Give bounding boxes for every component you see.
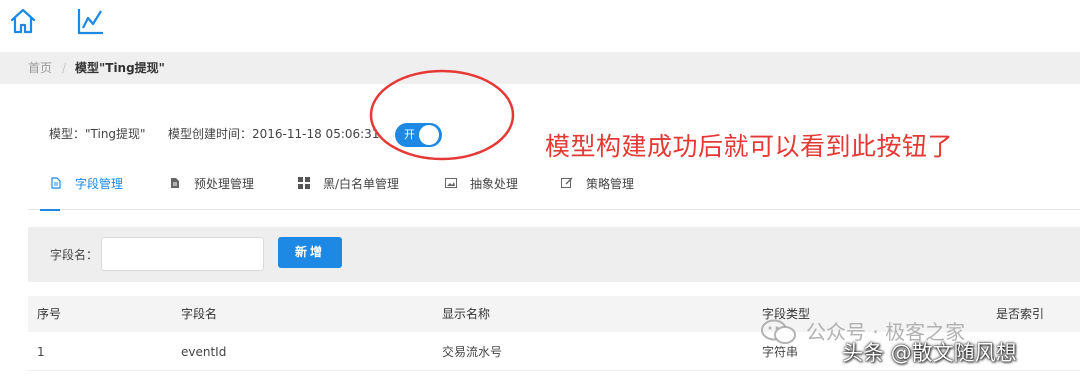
cell-display-name: 交易流水号 xyxy=(442,345,503,359)
cell-field-name: eventId xyxy=(181,345,227,359)
cell-index: 1 xyxy=(37,345,45,359)
tab-label: 预处理管理 xyxy=(194,177,255,191)
toutiao-watermark: 头条 @散文随风想 xyxy=(842,341,1017,365)
file-icon xyxy=(171,178,179,188)
tab-label: 抽象处理 xyxy=(470,177,519,191)
grid-icon xyxy=(298,177,310,189)
column-header-field-name[interactable]: 字段名 xyxy=(181,306,217,322)
field-name-input[interactable] xyxy=(101,237,264,271)
image-icon xyxy=(445,178,457,188)
tab-label: 字段管理 xyxy=(75,177,124,191)
annotation-text: 模型构建成功后就可以看到此按钮了 xyxy=(545,132,954,161)
edit-icon xyxy=(561,177,573,188)
tab-bar: 字段管理 预处理管理 黑/白名单管理 抽象处理 策略管理 xyxy=(28,165,1080,211)
document-icon xyxy=(51,177,61,189)
field-name-label: 字段名： xyxy=(50,248,99,262)
column-header-index[interactable]: 序号 xyxy=(37,306,61,322)
filter-panel: 字段名： 新增 xyxy=(28,227,1080,282)
add-button[interactable]: 新增 xyxy=(278,237,342,268)
wechat-icon xyxy=(761,319,796,344)
tab-label: 策略管理 xyxy=(586,177,635,191)
column-header-display-name[interactable]: 显示名称 xyxy=(442,306,490,322)
tab-label: 黑/白名单管理 xyxy=(323,177,400,191)
